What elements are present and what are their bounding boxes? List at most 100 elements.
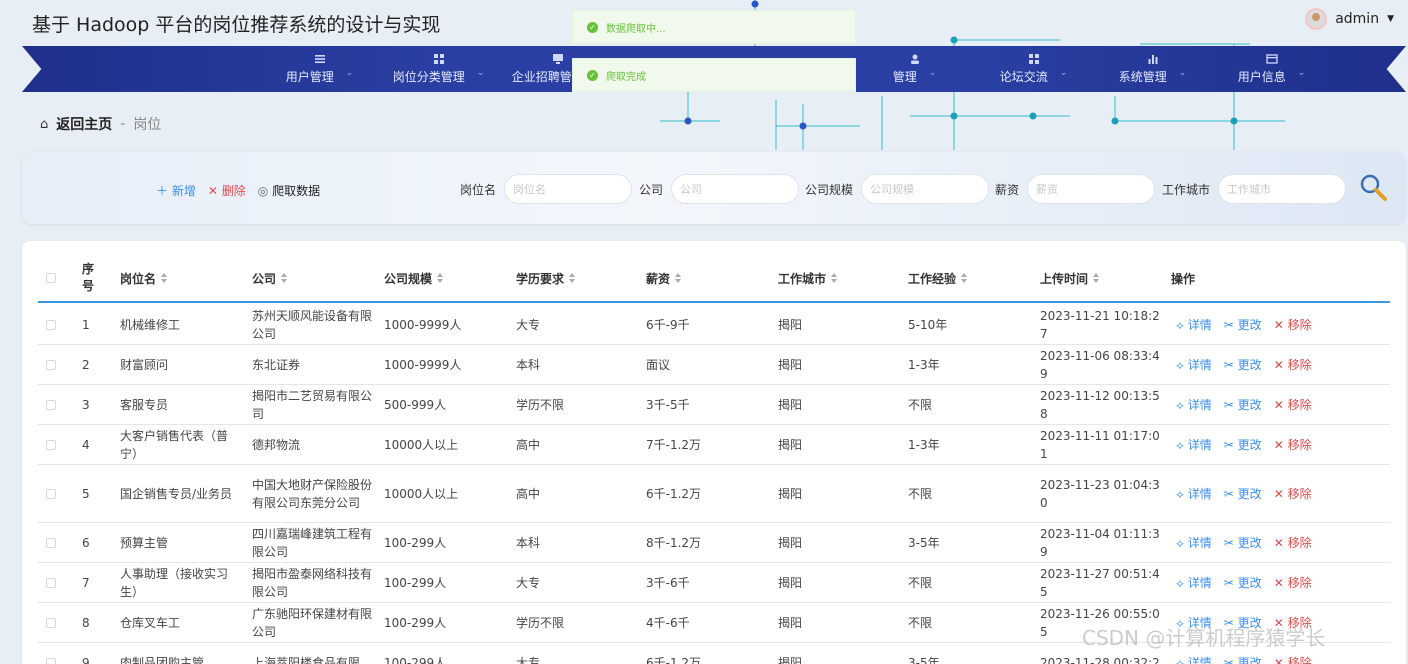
close-icon: ✕ — [1273, 576, 1284, 590]
remove-button[interactable]: ✕ 移除 — [1274, 654, 1312, 664]
view-icon: ⟡ — [1176, 398, 1184, 412]
row-checkbox[interactable] — [46, 617, 56, 628]
remove-button[interactable]: ✕ 移除 — [1274, 436, 1312, 453]
row-checkbox[interactable] — [46, 439, 56, 450]
search-icon[interactable] — [1358, 172, 1388, 202]
delete-button[interactable]: ✕ 删除 — [208, 182, 246, 199]
user-name[interactable]: admin — [1335, 11, 1379, 27]
close-icon: ✕ — [1273, 487, 1284, 501]
detail-button[interactable]: ⟡ 详情 — [1176, 316, 1212, 333]
row-checkbox[interactable] — [46, 657, 56, 664]
remove-button[interactable]: ✕ 移除 — [1274, 316, 1312, 333]
table-cell: 本科 — [516, 357, 541, 372]
salary-input[interactable] — [1027, 174, 1156, 204]
detail-button[interactable]: ⟡ 详情 — [1176, 436, 1212, 453]
edit-button[interactable]: ✂ 更改 — [1224, 574, 1262, 591]
avatar[interactable] — [1305, 8, 1328, 30]
nav-item-0[interactable]: 用户管理 ⌄ — [260, 46, 379, 92]
table-cell: 揭阳 — [778, 437, 803, 452]
edit-button[interactable]: ✂ 更改 — [1224, 436, 1262, 453]
table-row[interactable]: 4 大客户销售代表（普宁） 德邦物流 10000人以上 高中 7千-1.2万 揭阳 1-3年 2… — [38, 425, 1390, 465]
column-header-0[interactable]: 序号 — [82, 255, 96, 301]
detail-button[interactable]: ⟡ 详情 — [1176, 485, 1212, 502]
table-row[interactable]: 2 财富顾问 东北证券 1000-9999人 本科 面议 揭阳 1-3年 2023-11-06 … — [38, 345, 1390, 385]
table-cell: 学历不限 — [516, 397, 565, 412]
row-checkbox[interactable] — [46, 399, 56, 410]
sort-icon[interactable] — [437, 273, 444, 283]
edit-button[interactable]: ✂ 更改 — [1224, 316, 1262, 333]
column-header-1[interactable]: 岗位名 — [120, 255, 168, 301]
table-cell: 高中 — [516, 437, 541, 452]
home-icon[interactable]: ⌂ — [40, 117, 48, 132]
detail-button[interactable]: ⟡ 详情 — [1176, 654, 1212, 664]
column-header-9[interactable]: 操作 — [1171, 255, 1195, 301]
table-cell: 6千-1.2万 — [646, 655, 702, 664]
toast-crawling: ✓ 数据爬取中... — [572, 10, 856, 44]
edit-button[interactable]: ✂ 更改 — [1224, 356, 1262, 373]
sort-icon[interactable] — [161, 273, 168, 283]
caret-down-icon[interactable]: ▼ — [1387, 14, 1394, 24]
sort-icon[interactable] — [1093, 273, 1100, 283]
crawl-data-button[interactable]: ◎ 爬取数据 — [258, 182, 320, 199]
company-size-input[interactable] — [861, 174, 990, 204]
nav-item-8[interactable]: 用户信息 ⌄ — [1212, 46, 1331, 92]
edit-button[interactable]: ✂ 更改 — [1224, 654, 1262, 664]
detail-button[interactable]: ⟡ 详情 — [1176, 574, 1212, 591]
column-header-8[interactable]: 上传时间 — [1040, 255, 1100, 301]
search-button[interactable] — [1358, 172, 1388, 202]
watermark: CSDN @计算机程序猿学长 — [1082, 626, 1326, 650]
edit-button[interactable]: ✂ 更改 — [1224, 396, 1262, 413]
nav-item-label: 用户管理 — [285, 70, 334, 84]
row-checkbox[interactable] — [46, 537, 56, 548]
nav-item-1[interactable]: 岗位分类管理 ⌄ — [379, 46, 498, 92]
table-cell: 1-3年 — [908, 437, 940, 452]
sort-icon[interactable] — [281, 273, 288, 283]
company-input[interactable] — [671, 174, 800, 204]
nav-item-7[interactable]: 系统管理 ⌄ — [1093, 46, 1212, 92]
row-checkbox[interactable] — [46, 488, 56, 499]
column-header-5[interactable]: 薪资 — [646, 255, 682, 301]
add-button[interactable]: ＋ 新增 — [156, 182, 196, 199]
sort-icon[interactable] — [961, 273, 968, 283]
edit-button[interactable]: ✂ 更改 — [1224, 534, 1262, 551]
user-menu[interactable]: admin ▼ — [1305, 8, 1394, 30]
detail-button[interactable]: ⟡ 详情 — [1176, 534, 1212, 551]
row-checkbox[interactable] — [46, 319, 56, 330]
table-cell: 8 — [82, 615, 90, 630]
remove-button[interactable]: ✕ 移除 — [1274, 396, 1312, 413]
edit-button[interactable]: ✂ 更改 — [1224, 485, 1262, 502]
nav-item-6[interactable]: 论坛交流 ⌄ — [974, 46, 1093, 92]
table-header: 序号 岗位名 公司 公司规模 学历要求 薪资 工作城市 工作经验 上传时间 操作 — [38, 255, 1390, 303]
breadcrumb-home-link[interactable]: 返回主页 — [56, 114, 112, 134]
sort-icon[interactable] — [831, 273, 838, 283]
table-row[interactable]: 7 人事助理（接收实习生） 揭阳市盈泰网络科技有限公司 100-299人 大专 3千-6千… — [38, 563, 1390, 603]
remove-button[interactable]: ✕ 移除 — [1274, 356, 1312, 373]
select-all-checkbox[interactable] — [46, 255, 56, 301]
job-name-input[interactable] — [504, 174, 633, 204]
column-header-6[interactable]: 工作城市 — [778, 255, 838, 301]
column-header-2[interactable]: 公司 — [252, 255, 288, 301]
table-cell: 3-5年 — [908, 535, 940, 550]
column-header-4[interactable]: 学历要求 — [516, 255, 576, 301]
nav-item-5[interactable]: 管理 ⌄ — [855, 46, 974, 92]
table-row[interactable]: 3 客服专员 揭阳市二艺贸易有限公司 500-999人 学历不限 3千-5千 揭阳 不限 202… — [38, 385, 1390, 425]
column-header-7[interactable]: 工作经验 — [908, 255, 968, 301]
remove-button[interactable]: ✕ 移除 — [1274, 485, 1312, 502]
table-cell: 2023-11-11 01:17:01 — [1040, 428, 1160, 461]
user-icon — [910, 54, 919, 64]
detail-button[interactable]: ⟡ 详情 — [1176, 356, 1212, 373]
detail-button[interactable]: ⟡ 详情 — [1176, 396, 1212, 413]
row-checkbox[interactable] — [46, 577, 56, 588]
table-row[interactable]: 5 国企销售专员/业务员 中国大地财产保险股份有限公司东莞分公司 10000人以上 高中… — [38, 465, 1390, 523]
table-row[interactable]: 6 预算主管 四川嘉瑞峰建筑工程有限公司 100-299人 本科 8千-1.2万 揭阳 3-5… — [38, 523, 1390, 563]
row-checkbox[interactable] — [46, 359, 56, 370]
remove-button[interactable]: ✕ 移除 — [1274, 574, 1312, 591]
remove-button[interactable]: ✕ 移除 — [1274, 534, 1312, 551]
view-icon: ⟡ — [1176, 358, 1184, 372]
table-row[interactable]: 1 机械维修工 苏州天顺风能设备有限公司 1000-9999人 大专 6千-9千 揭阳 5-1… — [38, 305, 1390, 345]
city-input[interactable] — [1218, 174, 1347, 204]
edit-icon: ✂ — [1223, 438, 1234, 452]
sort-icon[interactable] — [675, 273, 682, 283]
sort-icon[interactable] — [569, 273, 576, 283]
column-header-3[interactable]: 公司规模 — [384, 255, 444, 301]
